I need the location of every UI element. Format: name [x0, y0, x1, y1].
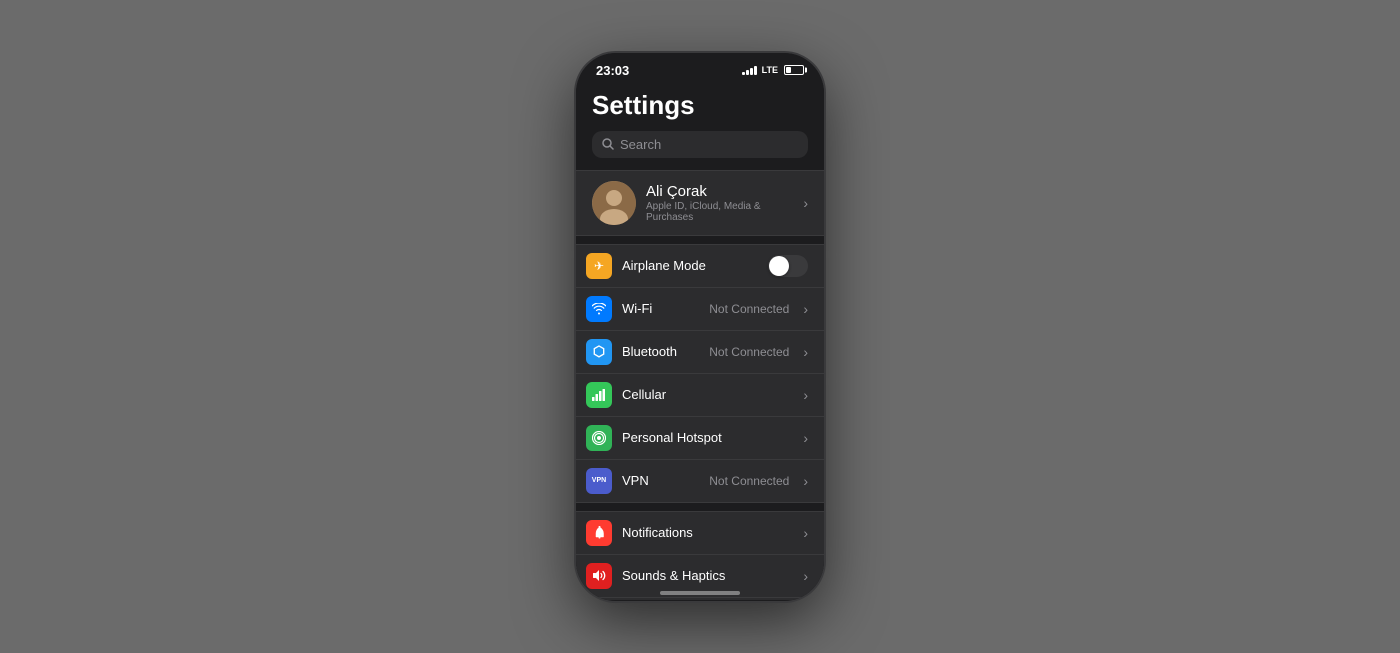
profile-info: Ali Çorak Apple ID, iCloud, Media & Purc…: [646, 183, 793, 223]
status-time: 23:03: [596, 63, 629, 78]
notifications-label: Notifications: [622, 525, 793, 540]
cellular-chevron-icon: ›: [803, 387, 808, 403]
wifi-value: Not Connected: [709, 302, 789, 316]
personal-hotspot-label: Personal Hotspot: [622, 430, 793, 445]
personal-hotspot-row[interactable]: Personal Hotspot ›: [576, 417, 824, 460]
notifications-row[interactable]: Notifications ›: [576, 512, 824, 555]
profile-name: Ali Çorak: [646, 183, 793, 200]
airplane-mode-row[interactable]: ✈ Airplane Mode: [576, 245, 824, 288]
bluetooth-value: Not Connected: [709, 345, 789, 359]
search-bar[interactable]: Search: [592, 131, 808, 158]
status-bar: 23:03 LTE: [576, 53, 824, 82]
cellular-row[interactable]: Cellular ›: [576, 374, 824, 417]
vpn-chevron-icon: ›: [803, 473, 808, 489]
vpn-value: Not Connected: [709, 474, 789, 488]
wifi-row[interactable]: Wi-Fi Not Connected ›: [576, 288, 824, 331]
wifi-icon: [586, 296, 612, 322]
personal-hotspot-icon: [586, 425, 612, 451]
vpn-icon: VPN: [586, 468, 612, 494]
wifi-label: Wi-Fi: [622, 301, 699, 316]
battery-icon: [784, 65, 804, 75]
sounds-haptics-label: Sounds & Haptics: [622, 568, 793, 583]
phone-frame: 23:03 LTE Settings Search: [576, 53, 824, 601]
page-title: Settings: [576, 82, 824, 131]
screen-content: Settings Search Ali Çorak Apple ID, iClo…: [576, 82, 824, 600]
vpn-row[interactable]: VPN VPN Not Connected ›: [576, 460, 824, 502]
bluetooth-icon: ⬡: [586, 339, 612, 365]
avatar: [592, 181, 636, 225]
search-placeholder: Search: [620, 137, 661, 152]
do-not-disturb-row[interactable]: Do Not Disturb ›: [576, 598, 824, 600]
notifications-chevron-icon: ›: [803, 525, 808, 541]
status-icons: LTE: [742, 65, 804, 75]
bluetooth-label: Bluetooth: [622, 344, 699, 359]
notifications-group: Notifications › Sounds & Haptics ›: [576, 511, 824, 600]
signal-bars-icon: [742, 65, 757, 75]
airplane-mode-label: Airplane Mode: [622, 258, 758, 273]
airplane-mode-toggle[interactable]: [768, 255, 808, 277]
cellular-label: Cellular: [622, 387, 793, 402]
vpn-label: VPN: [622, 473, 699, 488]
cellular-icon: [586, 382, 612, 408]
connectivity-group: ✈ Airplane Mode Wi-Fi No: [576, 244, 824, 503]
notifications-icon: [586, 520, 612, 546]
wifi-chevron-icon: ›: [803, 301, 808, 317]
search-icon: [602, 138, 614, 150]
sounds-haptics-icon: [586, 563, 612, 589]
profile-row[interactable]: Ali Çorak Apple ID, iCloud, Media & Purc…: [576, 170, 824, 236]
bluetooth-chevron-icon: ›: [803, 344, 808, 360]
airplane-mode-icon: ✈: [586, 253, 612, 279]
profile-chevron-icon: ›: [803, 195, 808, 211]
profile-subtitle: Apple ID, iCloud, Media & Purchases: [646, 201, 793, 223]
lte-icon: LTE: [762, 65, 778, 75]
bluetooth-row[interactable]: ⬡ Bluetooth Not Connected ›: [576, 331, 824, 374]
home-indicator: [660, 591, 740, 595]
personal-hotspot-chevron-icon: ›: [803, 430, 808, 446]
sounds-haptics-chevron-icon: ›: [803, 568, 808, 584]
